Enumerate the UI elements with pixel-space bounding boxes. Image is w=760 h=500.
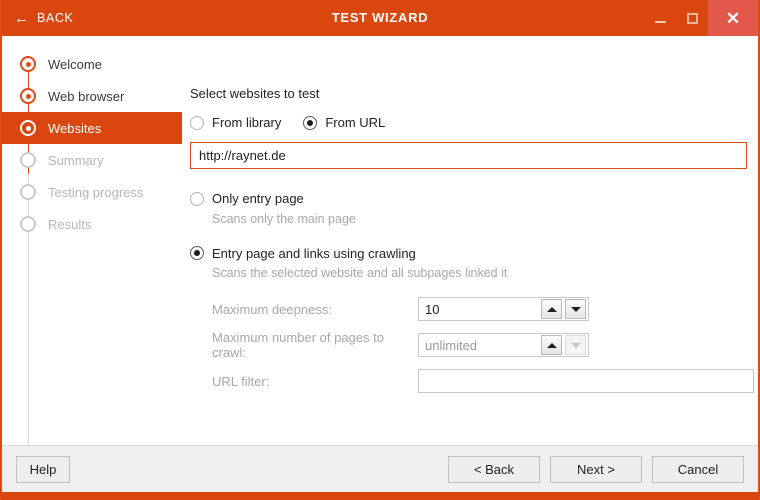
cancel-button[interactable]: Cancel	[652, 456, 744, 483]
title-bar: ← BACK TEST WIZARD ✕	[2, 0, 758, 36]
scope-option-crawling: Entry page and links using crawling Scan…	[190, 246, 754, 281]
radio-from-library[interactable]: From library	[190, 115, 281, 130]
stepper-down-button	[565, 335, 586, 355]
minimize-icon	[655, 21, 666, 23]
crawl-settings: Maximum deepness:	[212, 296, 754, 394]
max-pages-label: Maximum number of pages to crawl:	[212, 330, 418, 360]
sidebar-item-label: Websites	[48, 121, 101, 136]
radio-from-url-label: From URL	[325, 115, 385, 130]
sidebar-item-label: Testing progress	[48, 185, 143, 200]
arrow-left-icon: ←	[14, 11, 29, 26]
max-pages-stepper-buttons	[539, 334, 588, 356]
next-nav-button[interactable]: Next >	[550, 456, 642, 483]
stepper-up-button[interactable]	[541, 335, 562, 355]
step-dot-icon	[20, 56, 36, 72]
sidebar-item-websites[interactable]: Websites	[2, 112, 182, 144]
sidebar-item-label: Results	[48, 217, 91, 232]
stepper-up-button[interactable]	[541, 299, 562, 319]
radio-only-entry-page-label: Only entry page	[212, 191, 304, 206]
step-dot-icon	[20, 184, 36, 200]
sidebar-item-welcome[interactable]: Welcome	[2, 48, 182, 80]
step-dot-icon	[20, 152, 36, 168]
close-button[interactable]: ✕	[708, 0, 758, 36]
radio-mark-icon	[303, 116, 317, 130]
url-filter-input[interactable]	[418, 369, 754, 393]
footer-bar: Help < Back Next > Cancel	[2, 445, 758, 492]
radio-from-library-label: From library	[212, 115, 281, 130]
chevron-down-icon	[571, 343, 581, 348]
maximize-button[interactable]	[676, 0, 708, 36]
window-body: Welcome Web browser Websites Summary Tes…	[2, 36, 758, 445]
maximize-icon	[687, 13, 698, 24]
back-nav-button[interactable]: < Back	[448, 456, 540, 483]
window-controls: ✕	[644, 0, 758, 36]
max-deepness-stepper-buttons	[539, 298, 588, 320]
radio-entry-page-and-links-label: Entry page and links using crawling	[212, 246, 416, 261]
radio-only-entry-page[interactable]: Only entry page	[190, 191, 304, 206]
url-input[interactable]	[190, 142, 747, 169]
max-deepness-stepper[interactable]	[418, 297, 589, 321]
url-filter-label: URL filter:	[212, 374, 418, 389]
chevron-up-icon	[547, 307, 557, 312]
back-button[interactable]: ← BACK	[2, 0, 87, 36]
sidebar-item-label: Summary	[48, 153, 104, 168]
scope-option-only-entry: Only entry page Scans only the main page	[190, 191, 754, 226]
field-row-url-filter: URL filter:	[212, 368, 754, 394]
step-dot-icon	[20, 216, 36, 232]
sidebar-item-testing-progress[interactable]: Testing progress	[2, 176, 182, 208]
field-row-max-pages: Maximum number of pages to crawl:	[212, 332, 754, 358]
crawling-description: Scans the selected website and all subpa…	[212, 266, 754, 280]
wizard-nav-buttons: < Back Next > Cancel	[448, 456, 744, 483]
chevron-down-icon	[571, 307, 581, 312]
step-dot-icon	[20, 120, 36, 136]
bottom-accent-strip	[2, 492, 758, 500]
sidebar-item-label: Web browser	[48, 89, 124, 104]
radio-mark-icon	[190, 192, 204, 206]
radio-mark-icon	[190, 116, 204, 130]
sidebar-item-label: Welcome	[48, 57, 102, 72]
only-entry-page-description: Scans only the main page	[212, 212, 754, 226]
field-row-max-deepness: Maximum deepness:	[212, 296, 754, 322]
sidebar-item-results[interactable]: Results	[2, 208, 182, 240]
source-radio-group: From library From URL	[190, 115, 754, 130]
stepper-down-button[interactable]	[565, 299, 586, 319]
sidebar-item-web-browser[interactable]: Web browser	[2, 80, 182, 112]
wizard-steps-sidebar: Welcome Web browser Websites Summary Tes…	[2, 36, 182, 445]
max-pages-stepper[interactable]	[418, 333, 589, 357]
spacer	[190, 230, 754, 246]
max-deepness-label: Maximum deepness:	[212, 302, 418, 317]
help-button[interactable]: Help	[16, 456, 70, 483]
max-pages-input[interactable]	[419, 334, 539, 356]
wizard-window: ← BACK TEST WIZARD ✕ Welcome We	[0, 0, 760, 500]
radio-mark-icon	[190, 246, 204, 260]
radio-entry-page-and-links[interactable]: Entry page and links using crawling	[190, 246, 416, 261]
sidebar-item-summary[interactable]: Summary	[2, 144, 182, 176]
radio-from-url[interactable]: From URL	[303, 115, 385, 130]
main-panel: Select websites to test From library Fro…	[182, 36, 760, 445]
minimize-button[interactable]	[644, 0, 676, 36]
chevron-up-icon	[547, 343, 557, 348]
max-deepness-input[interactable]	[419, 298, 539, 320]
back-button-label: BACK	[37, 11, 73, 25]
step-dot-icon	[20, 88, 36, 104]
page-title: Select websites to test	[190, 86, 754, 101]
